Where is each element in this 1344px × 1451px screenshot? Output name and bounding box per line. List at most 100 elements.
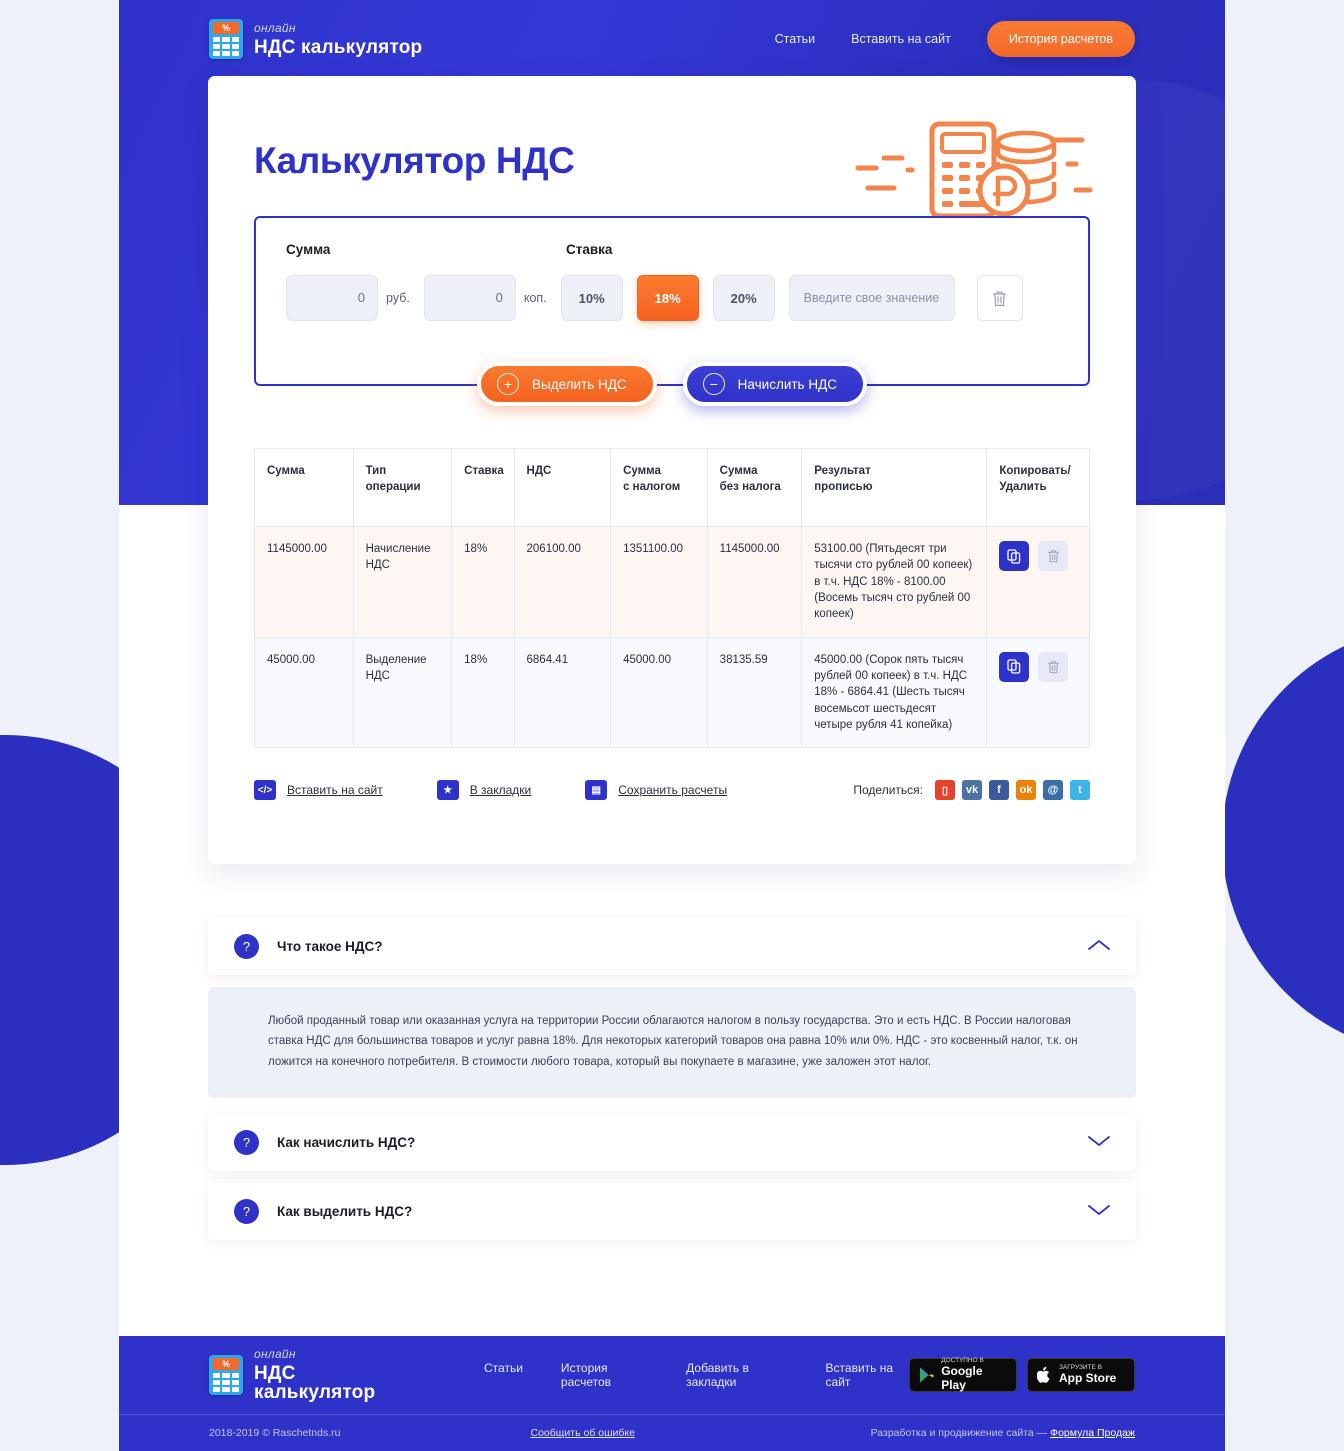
save-icon: ▤ xyxy=(585,780,608,801)
extract-vat-button[interactable]: + Выделить НДС xyxy=(477,362,657,406)
cell-amount: 45000.00 xyxy=(254,636,354,749)
footer-bottom-bar: 2018-2019 © Raschetnds.ru Сообщить об ош… xyxy=(119,1414,1225,1451)
google-play-icon xyxy=(919,1367,934,1383)
rate-button-18[interactable]: 18% xyxy=(636,275,699,321)
logo-title: НДС калькулятор xyxy=(254,36,423,58)
star-icon: ★ xyxy=(436,780,459,801)
faq-item-what-is-vat[interactable]: ? Что такое НДС? xyxy=(208,918,1136,975)
trash-icon xyxy=(993,291,1007,306)
report-error-link[interactable]: Сообщить об ошибке xyxy=(531,1427,635,1439)
rubles-input[interactable]: 0 xyxy=(286,275,378,321)
embed-label: Вставить на сайт xyxy=(287,783,383,798)
nav-item-articles[interactable]: Статьи xyxy=(775,32,816,46)
cell-amount: 1145000.00 xyxy=(254,526,354,638)
page-root: % онлайн НДС калькулятор Статьи Вставить… xyxy=(0,0,1344,1451)
th-copy-delete: Копировать/Удалить xyxy=(986,448,1090,527)
custom-rate-input[interactable]: Введите свое значение xyxy=(788,275,955,321)
save-label: Сохранить расчеты xyxy=(618,783,728,798)
footer-nav-bookmarks[interactable]: Добавить в закладки xyxy=(686,1361,787,1389)
chevron-up-icon[interactable] xyxy=(1088,938,1110,956)
faq-question: Что такое НДС? xyxy=(277,939,383,954)
facebook-icon[interactable]: f xyxy=(989,780,1009,801)
twitter-icon[interactable]: t xyxy=(1070,780,1090,801)
delete-row-button[interactable] xyxy=(1038,651,1069,682)
footer-nav-articles[interactable]: Статьи xyxy=(484,1361,523,1389)
chevron-down-icon[interactable] xyxy=(1088,1134,1110,1152)
cell-with-tax: 45000.00 xyxy=(610,636,708,749)
th-amount: Сумма xyxy=(254,448,354,527)
vk-icon[interactable]: vk xyxy=(962,780,982,801)
trash-icon xyxy=(1047,660,1059,673)
cell-vat: 206100.00 xyxy=(513,526,612,638)
footer-nav-embed[interactable]: Вставить на сайт xyxy=(826,1361,909,1389)
calculator-keys-icon xyxy=(213,1373,239,1392)
cell-rate: 18% xyxy=(451,636,515,749)
copy-row-button[interactable] xyxy=(999,541,1030,571)
cell-without-tax: 1145000.00 xyxy=(706,526,803,638)
bookmark-action[interactable]: ★ В закладки xyxy=(436,780,532,801)
footer-logo[interactable]: % онлайн НДС калькулятор xyxy=(209,1348,404,1402)
question-icon: ? xyxy=(234,1199,259,1225)
clear-button[interactable] xyxy=(976,275,1023,321)
table-row: 45000.00 Выделение НДС 18% 6864.41 45000… xyxy=(254,636,1090,749)
results-table: Сумма Тип операции Ставка НДС Сумма с нало… xyxy=(254,448,1090,749)
mailru-icon[interactable]: @ xyxy=(1043,780,1063,801)
table-header-row: Сумма Тип операции Ставка НДС Сумма с нало… xyxy=(254,448,1090,527)
bookmark-label: В закладки xyxy=(469,783,532,798)
footer-logo-title: НДС калькулятор xyxy=(254,1363,376,1403)
rate-button-10[interactable]: 10% xyxy=(560,275,623,321)
cell-rate: 18% xyxy=(451,526,515,638)
rate-button-20[interactable]: 20% xyxy=(712,275,775,321)
footer-nav: Статьи История расчетов Добавить в закла… xyxy=(484,1361,909,1389)
nav-item-embed[interactable]: Вставить на сайт xyxy=(851,32,951,46)
delete-row-button[interactable] xyxy=(1038,541,1069,571)
cell-in-words: 53100.00 (Пятьдесят три тысячи сто рубле… xyxy=(801,526,988,638)
history-button[interactable]: История расчетов xyxy=(986,21,1135,57)
header-nav: Статьи Вставить на сайт История расчетов xyxy=(775,21,1135,57)
table-row: 1145000.00 Начисление НДС 18% 206100.00 … xyxy=(254,526,1090,638)
credit-prefix: Разработка и продвижение сайта — xyxy=(870,1427,1051,1439)
app-store-big: App Store xyxy=(1059,1370,1117,1385)
extract-vat-label: Выделить НДС xyxy=(532,376,627,392)
trash-icon xyxy=(1047,550,1059,563)
kopecks-unit: коп. xyxy=(523,291,547,305)
code-icon: </> xyxy=(254,780,276,801)
app-store-badges: доступно в Google Play Загрузите в App S… xyxy=(909,1357,1135,1392)
app-store-badge[interactable]: Загрузите в App Store xyxy=(1027,1358,1135,1392)
question-icon: ? xyxy=(234,934,259,959)
add-vat-button[interactable]: − Начислить НДС xyxy=(682,362,867,406)
logo-badge: % xyxy=(213,1358,239,1370)
save-action[interactable]: ▤ Сохранить расчеты xyxy=(585,780,728,801)
cell-vat: 6864.41 xyxy=(513,636,612,749)
plus-circle-icon: + xyxy=(497,373,519,395)
odnoklassniki-icon[interactable]: ok xyxy=(1016,780,1036,801)
minus-circle-icon: − xyxy=(702,373,725,395)
label-rate: Ставка xyxy=(566,242,613,257)
google-play-badge[interactable]: доступно в Google Play xyxy=(909,1357,1017,1392)
faq-item-how-to-add-vat[interactable]: ? Как начислить НДС? xyxy=(208,1114,1136,1172)
decorative-blob-right xyxy=(1222,625,1344,1055)
bookmark-icon[interactable]: ▯ xyxy=(935,780,955,801)
chevron-down-icon[interactable] xyxy=(1088,1203,1110,1221)
faq-item-how-to-extract-vat[interactable]: ? Как выделить НДС? xyxy=(208,1183,1136,1241)
calculator-card: Калькулятор НДС Сумма Ставка 0 руб. 0 ко… xyxy=(208,76,1136,864)
calculator-keys-icon xyxy=(213,37,239,56)
label-amount: Сумма xyxy=(286,242,331,257)
embed-action[interactable]: </> Вставить на сайт xyxy=(254,780,383,801)
cell-type: Начисление НДС xyxy=(352,526,453,638)
footer-nav-history[interactable]: История расчетов xyxy=(561,1361,648,1389)
action-buttons: + Выделить НДС − Начислить НДС xyxy=(256,362,1088,406)
cell-without-tax: 38135.59 xyxy=(706,636,803,749)
credit-link[interactable]: Формула Продаж xyxy=(1050,1427,1135,1439)
copy-row-button[interactable] xyxy=(999,651,1030,682)
calculator-coins-illustration xyxy=(855,121,1093,216)
kopecks-input[interactable]: 0 xyxy=(423,275,516,321)
header-logo[interactable]: % онлайн НДС калькулятор xyxy=(209,19,422,59)
th-rate: Ставка xyxy=(451,448,515,527)
cell-type: Выделение НДС xyxy=(352,636,453,749)
credit-text: Разработка и продвижение сайта — Формула… xyxy=(871,1427,1135,1439)
calculator-panel: Сумма Ставка 0 руб. 0 коп. 10% 18% 20% В… xyxy=(254,216,1090,406)
faq-question: Как выделить НДС? xyxy=(277,1204,413,1220)
th-without-tax: Сумма без налога xyxy=(706,448,803,527)
logo-badge: % xyxy=(213,22,239,34)
